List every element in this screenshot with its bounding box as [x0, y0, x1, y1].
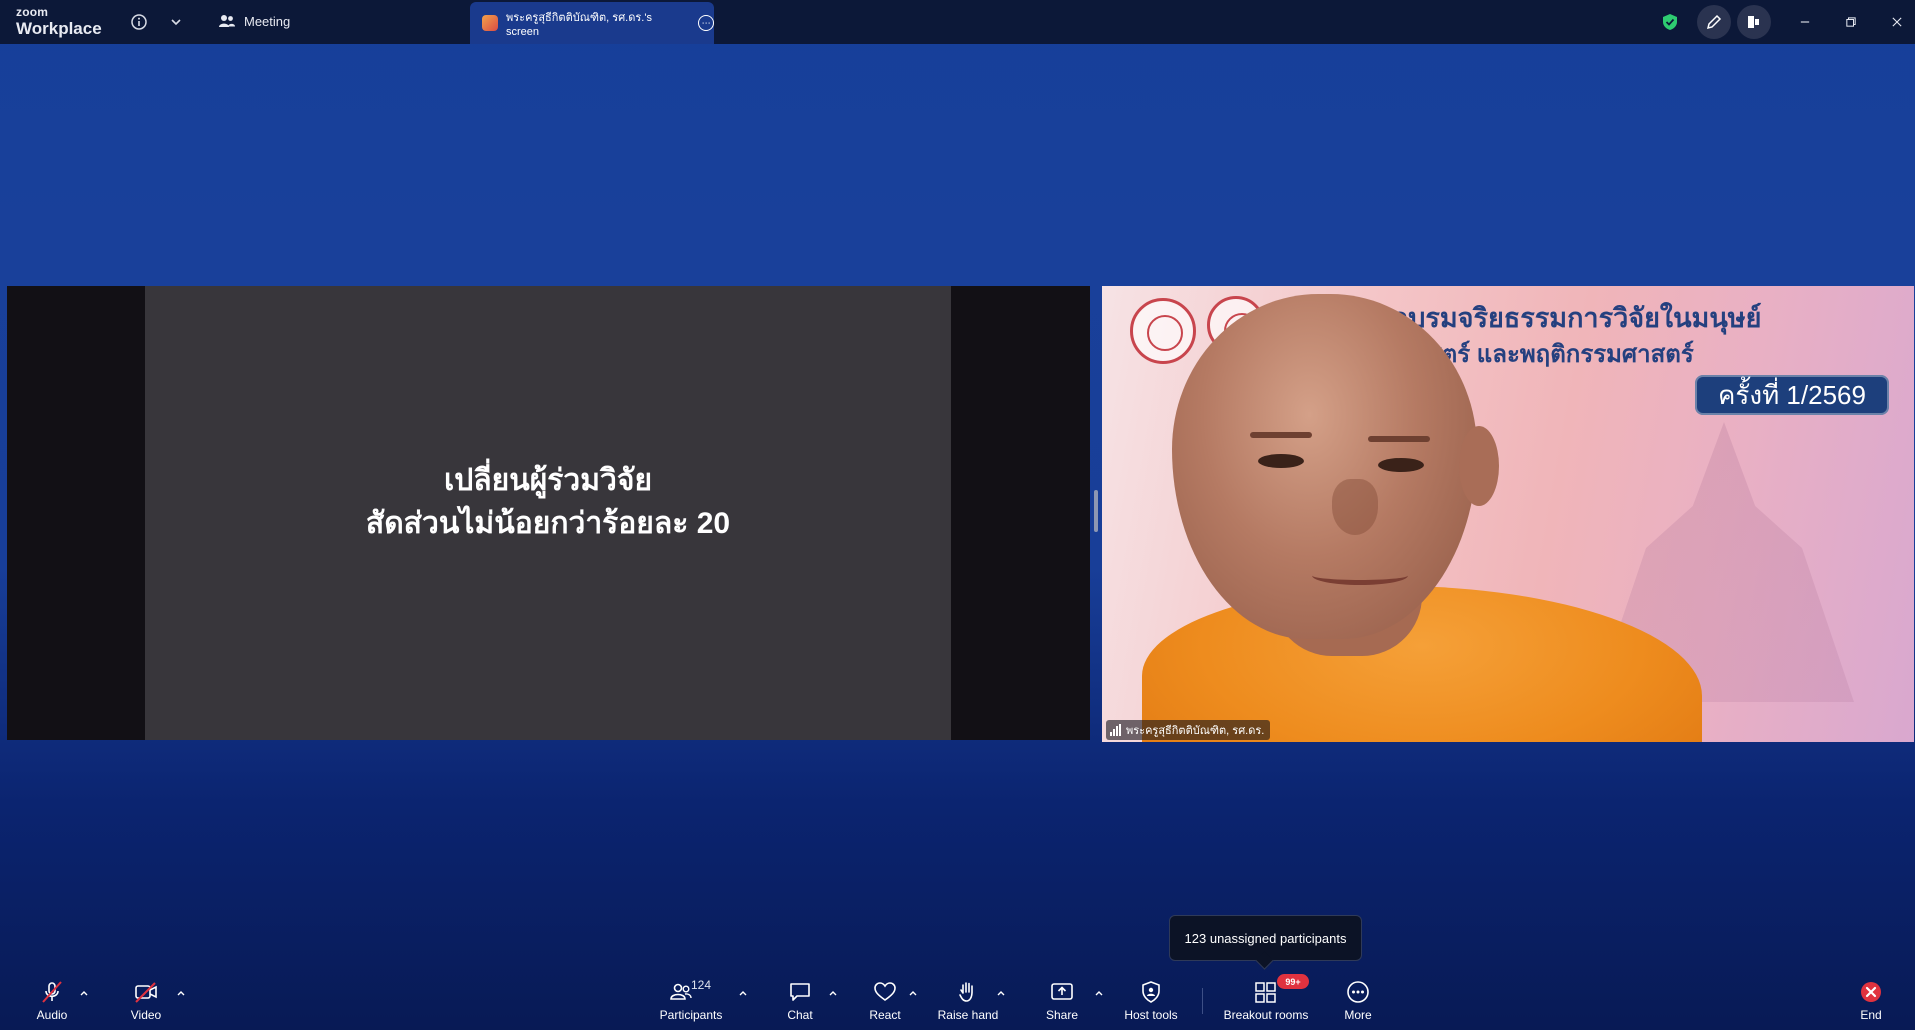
- breakout-tooltip: 123 unassigned participants: [1169, 915, 1362, 961]
- shared-slide: เปลี่ยนผู้ร่วมวิจัย สัดส่วนไม่น้อยกว่าร้…: [145, 286, 951, 740]
- video-button[interactable]: Video: [124, 978, 168, 1028]
- audio-button[interactable]: Audio: [30, 978, 74, 1028]
- raise-hand-button[interactable]: Raise hand: [938, 978, 998, 1028]
- more-button[interactable]: More: [1338, 978, 1378, 1028]
- breakout-tooltip-text: 123 unassigned participants: [1184, 930, 1347, 946]
- raise-hand-icon: [955, 978, 981, 1006]
- more-icon[interactable]: ⋯: [698, 15, 714, 31]
- audio-label: Audio: [36, 1008, 68, 1022]
- participant-name: พระครูสุธีกิตติบัณฑิต, รศ.ดร.: [1126, 725, 1265, 737]
- participants-count: 124: [691, 978, 712, 992]
- screen-tab-label: พระครูสุธีกิตติบัณฑิต, รศ.ดร.'s screen: [506, 12, 652, 38]
- video-off-camera-icon: [133, 978, 159, 1006]
- speaker-mouth: [1312, 566, 1408, 585]
- toolbar-separator: [1202, 988, 1203, 1014]
- chat-options-chevron-icon[interactable]: [826, 986, 840, 1000]
- chevron-down-icon[interactable]: [165, 11, 187, 33]
- breakout-notification-badge: 99+: [1277, 974, 1309, 989]
- participants-label: Participants: [659, 1008, 723, 1022]
- meeting-tab-label: Meeting: [244, 13, 291, 29]
- end-meeting-button[interactable]: End: [1853, 978, 1889, 1028]
- speaker-video-tile[interactable]: อบรมจริยธรรมการวิจัยในมนุษย์ สตร์ และพฤต…: [1102, 286, 1914, 742]
- speaker-robe: [1142, 586, 1702, 742]
- speaker-head: [1172, 294, 1477, 639]
- more-label: More: [1344, 1008, 1372, 1022]
- signal-strength-icon: [1110, 724, 1121, 736]
- banner-title-line-1: อบรมจริยธรรมการวิจัยในมนุษย์: [1392, 303, 1762, 333]
- zoom-workplace-logo: zoom Workplace: [16, 6, 102, 37]
- host-tools-button[interactable]: Host tools: [1120, 978, 1182, 1028]
- end-meeting-icon: [1858, 978, 1884, 1006]
- participants-button[interactable]: 124 Participants: [655, 978, 727, 1028]
- breakout-rooms-button[interactable]: 99+ Breakout rooms: [1222, 974, 1310, 1028]
- close-icon[interactable]: [1885, 10, 1909, 34]
- annotate-button[interactable]: [1697, 4, 1731, 40]
- heart-icon: [872, 978, 898, 1006]
- host-tools-label: Host tools: [1124, 1008, 1178, 1022]
- participant-name-tag: พระครูสุธีกิตติบัณฑิต, รศ.ดร.: [1106, 720, 1271, 740]
- pencil-icon: [1705, 13, 1723, 31]
- info-icon[interactable]: [128, 11, 150, 33]
- raise-hand-label: Raise hand: [937, 1008, 999, 1022]
- speaker-right-brow: [1368, 436, 1430, 442]
- shield-icon[interactable]: [1656, 4, 1684, 40]
- sidebar-icon: [1745, 13, 1763, 31]
- title-bar: zoom Workplace Meeting พระครูสุธีกิตติบั…: [0, 0, 1915, 44]
- host-shield-icon: [1138, 978, 1164, 1006]
- participants-icon: [218, 12, 236, 30]
- speaker-left-eye: [1258, 454, 1304, 468]
- breakout-rooms-label: Breakout rooms: [1223, 1008, 1309, 1022]
- audio-options-chevron-icon[interactable]: [77, 986, 91, 1000]
- side-panel-button[interactable]: [1737, 4, 1771, 40]
- chat-bubble-icon: [787, 978, 813, 1006]
- participants-options-chevron-icon[interactable]: [736, 986, 750, 1000]
- share-screen-icon: [1049, 978, 1075, 1006]
- video-options-chevron-icon[interactable]: [174, 986, 188, 1000]
- react-label: React: [869, 1008, 901, 1022]
- share-button[interactable]: Share: [1042, 978, 1082, 1028]
- chat-label: Chat: [787, 1008, 813, 1022]
- meeting-tab[interactable]: Meeting: [218, 12, 290, 30]
- speaker-right-eye: [1378, 458, 1424, 472]
- share-options-chevron-icon[interactable]: [1092, 986, 1106, 1000]
- minimize-icon[interactable]: [1793, 10, 1817, 34]
- breakout-rooms-icon: 99+: [1253, 974, 1309, 1006]
- share-label: Share: [1045, 1008, 1079, 1022]
- react-button[interactable]: React: [864, 978, 906, 1028]
- session-badge: ครั้งที่ 1/2569: [1695, 375, 1889, 415]
- react-options-chevron-icon[interactable]: [906, 986, 920, 1000]
- chat-button[interactable]: Chat: [780, 978, 820, 1028]
- restore-icon[interactable]: [1839, 10, 1863, 34]
- slide-line-2: สัดส่วนไม่น้อยกว่าร้อยละ 20: [365, 507, 731, 540]
- muted-microphone-icon: [39, 978, 65, 1006]
- speaker-left-brow: [1250, 432, 1312, 438]
- speaker-nose: [1332, 479, 1378, 535]
- split-view-resize-handle[interactable]: [1094, 490, 1098, 532]
- participants-toolbar-icon: 124: [661, 978, 721, 1006]
- video-label: Video: [130, 1008, 162, 1022]
- screen-thumbnail-icon: [482, 15, 498, 31]
- speaker-ear: [1459, 426, 1499, 506]
- slide-line-1: เปลี่ยนผู้ร่วมวิจัย: [443, 463, 653, 497]
- university-seal-logo: [1130, 298, 1196, 364]
- banner-title-line-2: สตร์ และพฤติกรรมศาสตร์: [1427, 341, 1694, 368]
- logo-small-text: zoom: [16, 5, 49, 19]
- logo-big-text: Workplace: [16, 19, 102, 38]
- end-label: End: [1860, 1008, 1882, 1022]
- more-options-icon: [1345, 978, 1371, 1006]
- shared-screen-tile[interactable]: เปลี่ยนผู้ร่วมวิจัย สัดส่วนไม่น้อยกว่าร้…: [7, 286, 1090, 740]
- raise-hand-options-chevron-icon[interactable]: [994, 986, 1008, 1000]
- screen-share-tab[interactable]: พระครูสุธีกิตติบัณฑิต, รศ.ดร.'s screen ⋯: [470, 2, 714, 44]
